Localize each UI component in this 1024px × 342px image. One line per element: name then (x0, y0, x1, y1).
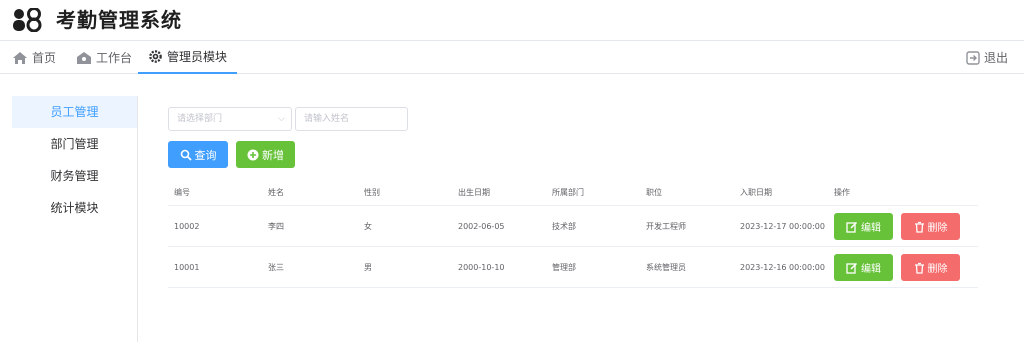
cell-name: 张三 (268, 262, 284, 272)
col-hired: 入职日期 (740, 188, 772, 197)
gear-icon (149, 50, 162, 63)
query-button[interactable]: 查询 (168, 141, 228, 168)
cell-dept: 管理部 (552, 262, 576, 272)
top-nav: 首页 工作台 管理员模块 退出 (0, 40, 1024, 74)
add-button[interactable]: 新增 (236, 141, 295, 168)
cell-id: 10001 (174, 262, 200, 272)
nav-home[interactable]: 首页 (12, 41, 56, 74)
app-header: 考勤管理系统 (0, 0, 1024, 40)
workbench-icon (77, 51, 91, 64)
cell-birth: 2000-10-10 (458, 262, 505, 272)
nav-logout-label: 退出 (983, 51, 1008, 65)
trash-icon (914, 262, 924, 274)
col-id: 编号 (174, 188, 190, 197)
delete-button-label: 删除 (927, 223, 948, 234)
employee-table: 编号 姓名 性别 出生日期 所属部门 职位 入职日期 操作 10002 李四 女… (168, 180, 978, 288)
sidebar: 员工管理 部门管理 财务管理 统计模块 (12, 96, 138, 342)
nav-home-label: 首页 (32, 51, 57, 65)
edit-button-label: 编辑 (861, 223, 881, 234)
home-icon (13, 51, 27, 64)
plus-circle-icon (247, 149, 259, 160)
col-position: 职位 (646, 188, 662, 197)
app-title: 考勤管理系统 (56, 8, 182, 32)
delete-button[interactable]: 删除 (901, 254, 960, 281)
col-name: 姓名 (268, 188, 284, 197)
name-search-input[interactable]: 请输入姓名 (295, 107, 408, 131)
nav-admin-label: 管理员模块 (167, 50, 228, 64)
table-row: 10002 李四 女 2002-06-05 技术部 开发工程师 2023-12-… (168, 206, 978, 247)
edit-button[interactable]: 编辑 (834, 254, 893, 281)
cell-gender: 女 (364, 221, 372, 231)
cell-name: 李四 (268, 221, 284, 231)
name-search-placeholder: 请输入姓名 (304, 114, 350, 124)
department-select-placeholder: 请选择部门 (177, 114, 223, 124)
logout-icon (966, 50, 980, 65)
nav-logout[interactable]: 退出 (966, 41, 1008, 74)
edit-icon (846, 221, 858, 233)
cell-position: 开发工程师 (646, 221, 686, 231)
cell-gender: 男 (364, 262, 372, 272)
delete-button[interactable]: 删除 (901, 213, 960, 240)
nav-workbench[interactable]: 工作台 (76, 41, 132, 74)
cell-birth: 2002-06-05 (458, 221, 505, 231)
add-button-label: 新增 (262, 148, 284, 162)
table-header: 编号 姓名 性别 出生日期 所属部门 职位 入职日期 操作 (168, 180, 978, 206)
query-button-label: 查询 (194, 148, 217, 162)
cell-dept: 技术部 (552, 221, 576, 231)
col-dept: 所属部门 (552, 188, 584, 197)
col-actions: 操作 (834, 188, 850, 197)
cell-hired: 2023-12-17 00:00:00 (740, 221, 825, 231)
col-birth: 出生日期 (458, 188, 490, 197)
nav-admin[interactable]: 管理员模块 (138, 41, 238, 74)
sidebar-item-employees[interactable]: 员工管理 (12, 96, 137, 128)
nav-workbench-label: 工作台 (96, 51, 133, 65)
cell-id: 10002 (174, 221, 200, 231)
cell-hired: 2023-12-16 00:00:00 (740, 262, 825, 272)
chevron-down-icon: ⌵ (278, 114, 285, 124)
edit-button[interactable]: 编辑 (834, 213, 893, 240)
table-row: 10001 张三 男 2000-10-10 管理部 系统管理员 2023-12-… (168, 247, 978, 288)
delete-button-label: 删除 (927, 264, 948, 275)
col-gender: 性别 (364, 188, 380, 197)
cell-position: 系统管理员 (646, 262, 686, 272)
search-icon (180, 149, 192, 161)
department-select[interactable]: 请选择部门 ⌵ (168, 107, 292, 131)
edit-icon (846, 262, 858, 274)
sidebar-item-statistics[interactable]: 统计模块 (12, 192, 137, 224)
users-logo-icon (13, 8, 42, 32)
trash-icon (914, 221, 924, 233)
sidebar-item-finance[interactable]: 财务管理 (12, 160, 137, 192)
sidebar-item-departments[interactable]: 部门管理 (12, 128, 137, 160)
edit-button-label: 编辑 (861, 264, 881, 275)
